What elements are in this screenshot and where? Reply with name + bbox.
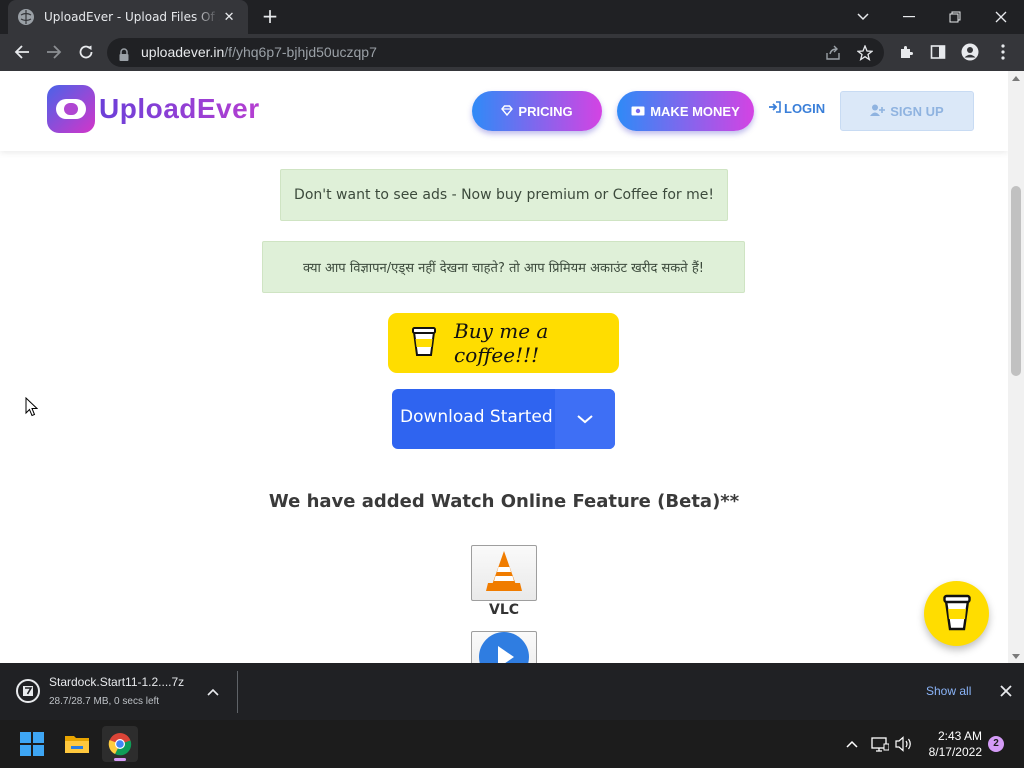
vlc-player-button[interactable]	[471, 545, 537, 601]
taskbar-clock[interactable]: 2:43 AM 8/17/2022	[918, 728, 982, 760]
ad-free-notice-hindi: क्या आप विज्ञापन/एड्स नहीं देखना चाहते? …	[262, 241, 745, 293]
user-plus-icon	[870, 104, 886, 119]
web-player-button[interactable]	[471, 631, 537, 663]
chevron-down-icon[interactable]	[555, 389, 615, 449]
lock-icon[interactable]	[119, 46, 129, 65]
site-header: UploadEver PRICING MAKE MONEY LOGIN SIGN…	[0, 71, 1008, 151]
notification-badge[interactable]: 2	[988, 736, 1004, 752]
chrome-taskbar-icon[interactable]	[102, 726, 138, 762]
side-panel-icon[interactable]	[928, 42, 948, 62]
clock-date: 8/17/2022	[928, 745, 982, 759]
vlc-cone-icon	[484, 549, 524, 597]
share-icon[interactable]	[824, 44, 842, 62]
bookmark-star-icon[interactable]	[856, 44, 874, 62]
download-shelf: Stardock.Start11-1.2....7z 28.7/28.7 MB,…	[0, 663, 1024, 720]
shelf-divider	[237, 671, 238, 713]
chevron-up-icon[interactable]	[204, 683, 222, 701]
minimize-icon[interactable]	[886, 0, 932, 34]
download-status: 28.7/28.7 MB, 0 secs left	[49, 696, 160, 707]
tray-overflow-chevron-icon[interactable]	[842, 734, 862, 754]
money-bill-icon	[631, 104, 645, 119]
download-button-label: Download Started	[400, 407, 553, 427]
floating-coffee-widget[interactable]	[924, 581, 989, 646]
make-money-button[interactable]: MAKE MONEY	[617, 91, 754, 131]
watch-online-heading: We have added Watch Online Feature (Beta…	[268, 491, 740, 512]
web-page: Don't want to see ads - Now buy premium …	[0, 71, 1008, 663]
globe-icon	[18, 9, 34, 25]
close-shelf-icon[interactable]	[996, 681, 1016, 701]
pricing-label: PRICING	[518, 103, 573, 119]
show-all-downloads-link[interactable]: Show all	[926, 684, 971, 698]
clock-time: 2:43 AM	[937, 729, 982, 743]
tab-close-icon[interactable]: ✕	[220, 10, 238, 25]
browser-toolbar: uploadever.in/f/yhq6p7-bjhjd50uczqp7	[0, 34, 1024, 71]
scroll-down-arrow-icon[interactable]	[1012, 652, 1020, 661]
reload-icon[interactable]	[72, 38, 100, 66]
login-label: LOGIN	[784, 101, 826, 116]
chrome-menu-icon[interactable]	[993, 42, 1013, 62]
network-icon[interactable]	[870, 734, 890, 754]
extensions-puzzle-icon[interactable]	[896, 42, 916, 62]
ad-free-notice-english: Don't want to see ads - Now buy premium …	[280, 169, 728, 221]
scroll-up-arrow-icon[interactable]	[1012, 74, 1020, 83]
vlc-label: VLC	[488, 602, 520, 618]
file-explorer-icon[interactable]	[59, 726, 95, 762]
restore-icon[interactable]	[932, 0, 978, 34]
scrollbar-thumb[interactable]	[1011, 186, 1021, 376]
play-circle-icon	[478, 631, 530, 663]
windows-start-icon[interactable]	[14, 726, 50, 762]
url-host: uploadever.in	[141, 44, 225, 60]
buy-me-a-coffee-button[interactable]: Buy me a coffee!!!	[388, 313, 619, 373]
back-arrow-icon[interactable]	[8, 38, 36, 66]
sign-in-icon	[768, 101, 781, 116]
page-scrollbar[interactable]	[1008, 71, 1024, 663]
diamond-icon	[501, 104, 514, 119]
close-window-icon[interactable]	[978, 0, 1024, 34]
browser-tab[interactable]: UploadEver - Upload Files Of Any Size ✕	[8, 0, 248, 34]
login-link[interactable]: LOGIN	[768, 101, 825, 116]
profile-icon[interactable]	[960, 42, 980, 62]
archive-file-icon[interactable]	[16, 679, 40, 703]
mouse-cursor-icon	[25, 396, 39, 421]
signup-label: SIGN UP	[890, 103, 944, 119]
active-app-indicator	[114, 758, 126, 761]
forward-arrow-icon[interactable]	[40, 38, 68, 66]
coffee-cup-icon	[942, 592, 971, 636]
browser-tab-bar: UploadEver - Upload Files Of Any Size ✕ …	[0, 0, 1024, 34]
coffee-cup-icon	[412, 325, 436, 361]
address-bar[interactable]: uploadever.in/f/yhq6p7-bjhjd50uczqp7	[107, 38, 884, 67]
uploadever-logo-icon[interactable]	[47, 85, 95, 133]
coffee-button-label: Buy me a coffee!!!	[454, 319, 549, 367]
make-money-label: MAKE MONEY	[650, 103, 740, 119]
tab-search-icon[interactable]	[840, 0, 886, 34]
download-file-name[interactable]: Stardock.Start11-1.2....7z	[49, 675, 184, 689]
url-text[interactable]: uploadever.in/f/yhq6p7-bjhjd50uczqp7	[141, 44, 377, 60]
windows-taskbar: 2:43 AM 8/17/2022	[0, 720, 1024, 768]
site-logo-text[interactable]: UploadEver	[99, 93, 260, 125]
volume-icon[interactable]	[894, 734, 914, 754]
signup-button[interactable]: SIGN UP	[840, 91, 974, 131]
url-path: /f/yhq6p7-bjhjd50uczqp7	[224, 44, 377, 60]
pricing-button[interactable]: PRICING	[472, 91, 602, 131]
download-button[interactable]: Download Started	[392, 389, 615, 449]
tab-title: UploadEver - Upload Files Of Any Size	[44, 10, 220, 24]
new-tab-button[interactable]: +	[258, 5, 282, 29]
